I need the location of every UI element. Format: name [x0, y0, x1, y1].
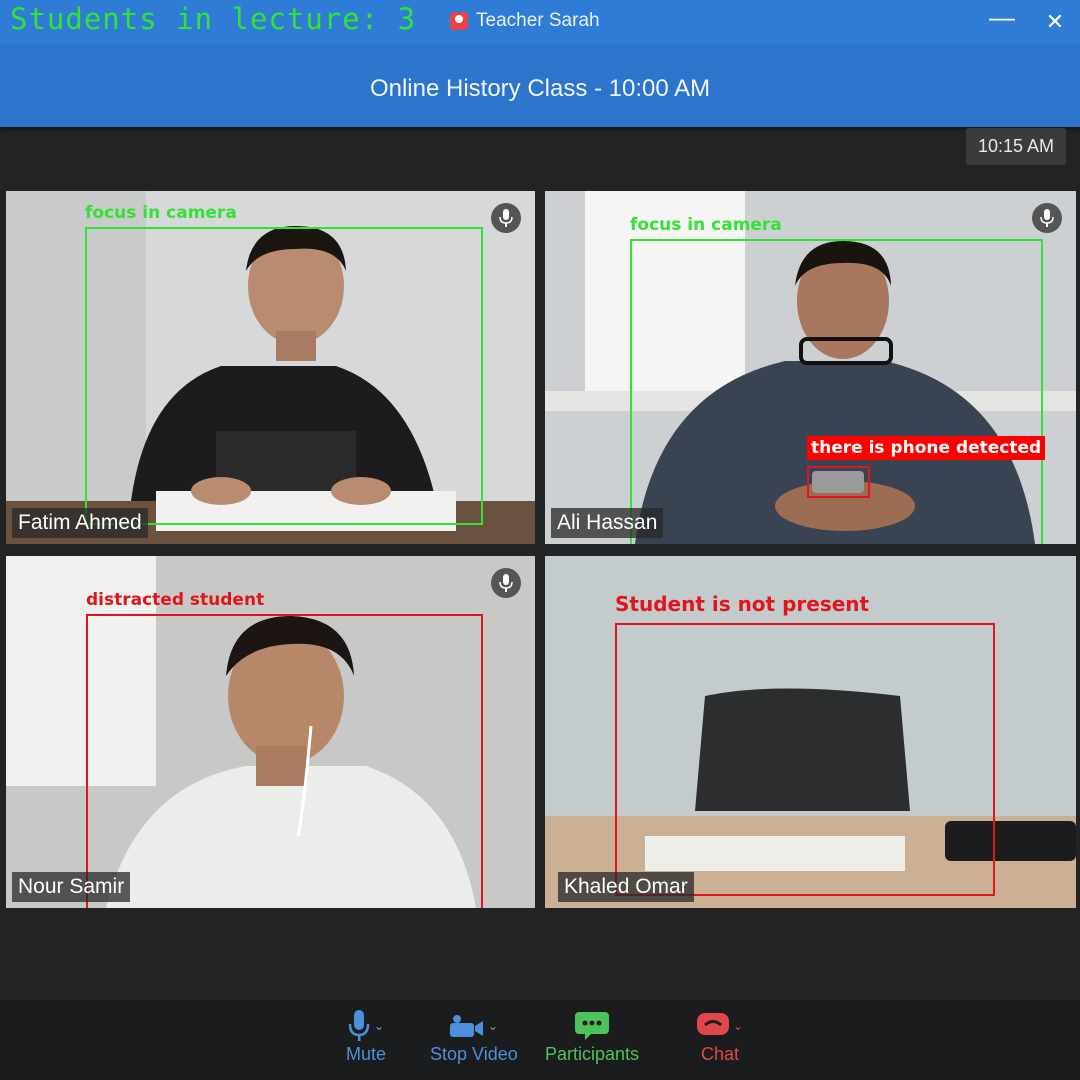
detection-box — [85, 227, 483, 525]
video-tile-fatim-ahmed[interactable]: focus in camera Fatim Ahmed — [6, 191, 535, 544]
detection-box — [86, 614, 483, 908]
stop-video-button[interactable]: ⌄ Stop Video — [430, 1008, 518, 1065]
chevron-down-icon[interactable]: ⌄ — [488, 1019, 498, 1033]
minimize-button[interactable]: — — [984, 2, 1020, 33]
student-count-overlay: Students in lecture: 3 — [10, 2, 417, 36]
video-tile-ali-hassan[interactable]: focus in camera there is phone detected … — [545, 191, 1076, 544]
phone-detection-box — [807, 466, 870, 498]
chevron-down-icon[interactable]: ⌄ — [733, 1019, 743, 1033]
chat-button[interactable]: ⌄ Chat — [697, 1008, 743, 1065]
phone-alert-label: there is phone detected — [807, 436, 1046, 460]
mic-icon — [1032, 203, 1062, 233]
chat-icon — [697, 1013, 729, 1035]
chevron-down-icon[interactable]: ⌄ — [374, 1019, 384, 1033]
mic-icon — [491, 568, 521, 598]
participant-name: Khaled Omar — [558, 872, 694, 902]
detection-label: focus in camera — [630, 215, 782, 235]
video-tile-khaled-omar[interactable]: Student is not present Khaled Omar — [545, 556, 1076, 908]
detection-box — [630, 239, 1043, 544]
participant-name: Fatim Ahmed — [12, 508, 148, 538]
stop-video-label: Stop Video — [430, 1044, 518, 1064]
video-tile-nour-samir[interactable]: distracted student Nour Samir — [6, 556, 535, 908]
chat-label: Chat — [701, 1044, 740, 1064]
meeting-clock: 10:15 AM — [965, 128, 1066, 165]
host-label: Teacher Sarah — [476, 10, 600, 31]
participant-name: Nour Samir — [12, 872, 131, 902]
participants-label: Participants — [545, 1044, 640, 1064]
detection-label: distracted student — [86, 590, 265, 610]
mute-label: Mute — [346, 1044, 387, 1064]
window-titlebar: Students in lecture: 3 Teacher Sarah — ✕ — [0, 0, 1080, 45]
participants-button[interactable]: Participants — [545, 1008, 639, 1065]
detection-label: Student is not present — [615, 592, 870, 616]
video-camera-icon — [449, 1015, 483, 1037]
host-indicator: Teacher Sarah — [450, 10, 600, 32]
detection-box — [615, 623, 995, 896]
mute-button[interactable]: ⌄ Mute — [346, 1008, 386, 1065]
participant-name: Ali Hassan — [551, 508, 664, 538]
microphone-icon — [348, 1010, 370, 1041]
host-icon — [450, 12, 468, 30]
participants-icon — [575, 1012, 610, 1040]
meeting-title: Online History Class - 10:00 AM — [369, 75, 711, 102]
meeting-toolbar: ⌄ Mute ⌄ Stop Video Participants ⌄ Chat — [0, 1000, 1080, 1080]
close-button[interactable]: ✕ — [1037, 9, 1073, 35]
meeting-header: Online History Class - 10:00 AM — [0, 45, 1080, 127]
mic-icon — [491, 203, 521, 233]
detection-label: focus in camera — [85, 203, 237, 223]
